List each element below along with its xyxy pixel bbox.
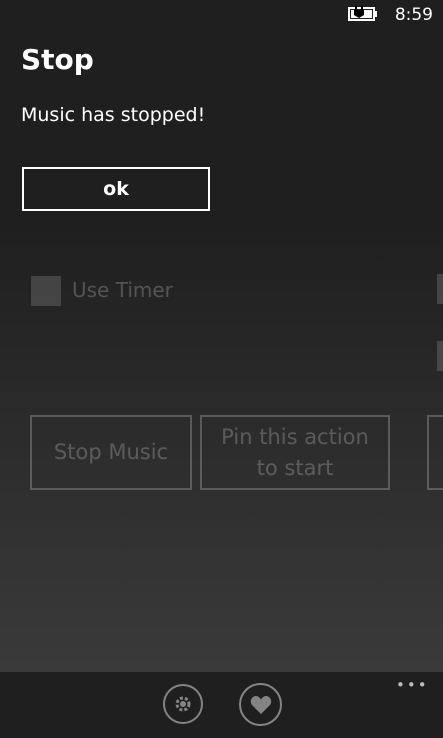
heart-icon xyxy=(250,695,271,714)
right-edge-control[interactable] xyxy=(437,341,443,371)
stop-music-label: Stop Music xyxy=(53,440,169,465)
status-time: 8:59 xyxy=(394,5,433,25)
message-box: 8:59 Stop Music has stopped! ok xyxy=(0,0,443,232)
pin-action-button[interactable]: Pin this action to start xyxy=(200,415,390,490)
use-timer-checkbox[interactable] xyxy=(31,276,61,306)
settings-icon xyxy=(175,696,191,712)
pin-action-label: Pin this action to start xyxy=(221,425,369,480)
dialog-title: Stop xyxy=(21,43,94,76)
ok-button[interactable]: ok xyxy=(22,167,210,211)
more-options-button[interactable]: ••• xyxy=(396,676,429,694)
offscreen-button[interactable] xyxy=(427,415,443,490)
use-timer-label: Use Timer xyxy=(72,278,173,302)
app-bar xyxy=(0,672,443,738)
battery-charging-icon xyxy=(348,6,377,21)
dialog-message: Music has stopped! xyxy=(21,104,206,126)
stop-music-button[interactable]: Stop Music xyxy=(30,415,192,490)
favorite-button[interactable] xyxy=(239,683,282,726)
right-edge-control[interactable] xyxy=(437,274,443,304)
ok-button-label: ok xyxy=(103,178,129,200)
settings-button[interactable] xyxy=(163,684,203,724)
